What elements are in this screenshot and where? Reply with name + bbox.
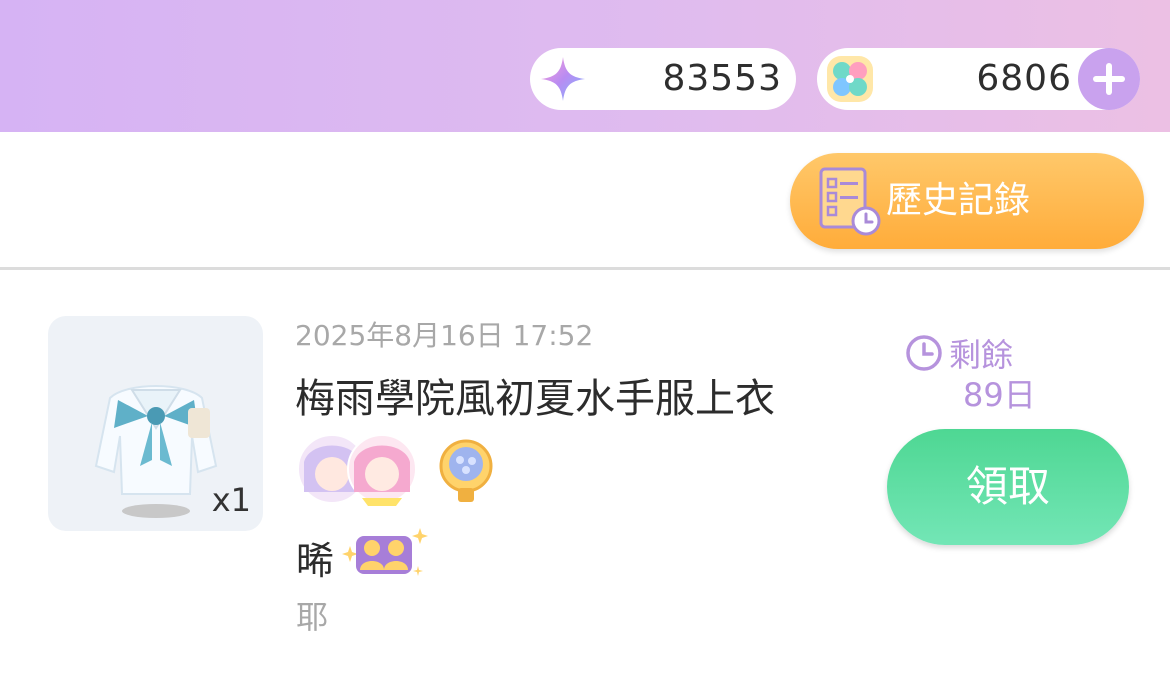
star-currency-pill: 83553 <box>530 48 796 110</box>
history-list-clock-icon <box>818 165 882 237</box>
clover-currency-pill: 6806 <box>817 48 1140 110</box>
reward-item-thumbnail[interactable]: x1 <box>48 316 263 531</box>
sparkle-star-icon <box>538 54 588 104</box>
sender-avatars <box>296 432 496 506</box>
history-button[interactable]: 歷史記錄 <box>790 153 1144 249</box>
badge-icon <box>439 439 493 502</box>
divider <box>0 267 1170 270</box>
clover-count: 6806 <box>976 58 1072 99</box>
claim-button[interactable]: 領取 <box>887 429 1129 545</box>
remaining-time: 剩餘 89日 <box>905 330 1055 414</box>
currency-bar: 83553 6806 <box>0 0 1170 132</box>
sparkle-friends-icon <box>342 526 428 586</box>
clock-icon <box>906 335 942 371</box>
message-title: 梅雨學院風初夏水手服上衣 <box>295 376 775 422</box>
item-quantity: x1 <box>211 481 251 519</box>
sender-name: 晞 <box>296 539 335 583</box>
clover-icon <box>825 54 875 104</box>
history-button-label: 歷史記錄 <box>886 180 1031 221</box>
plus-icon <box>1093 63 1125 95</box>
star-count: 83553 <box>662 58 782 99</box>
sender-avatar-icon <box>347 434 417 506</box>
add-clover-button[interactable] <box>1078 48 1140 110</box>
message-note: 耶 <box>296 598 329 636</box>
remaining-value: 89日 <box>963 376 1036 414</box>
message-date: 2025年8月16日 17:52 <box>295 319 594 352</box>
